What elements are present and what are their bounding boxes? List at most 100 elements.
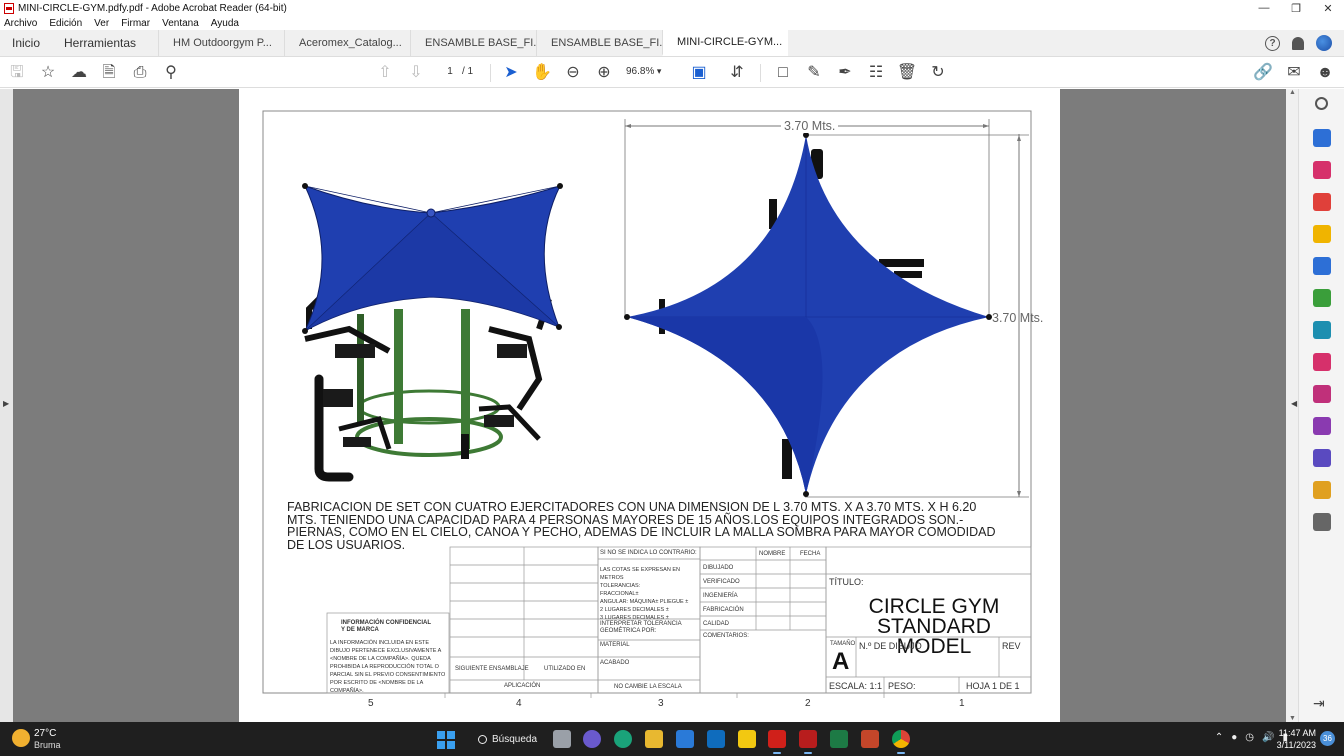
wifi-icon[interactable]: ◷ [1245,732,1254,743]
geometric-tolerance-label: INTERPRETAR TOLERANCIA GEOMÉTRICA POR: [600,621,682,634]
chrome-icon[interactable] [892,730,910,754]
next-page-icon[interactable]: ⇩ [407,64,425,82]
task-view-icon[interactable] [553,730,571,748]
draw-icon[interactable]: ✒ [836,64,854,82]
notification-count-badge[interactable]: 36 [1320,731,1335,746]
menu-archivo[interactable]: Archivo [4,18,37,29]
tab-document-3[interactable]: ENSAMBLE BASE_FI... [410,30,536,56]
select-cursor-icon[interactable]: ➤ [502,64,520,82]
acrobat-taskbar-icon[interactable] [768,730,786,754]
email-icon[interactable]: ✉ [1285,64,1303,82]
tab-inicio[interactable]: Inicio [0,30,52,56]
dims-note: LAS COTAS SE EXPRESAN EN METROS [600,567,680,581]
material-label: MATERIAL [600,642,630,648]
application-label: APLICACIÓN [504,683,541,689]
close-window-button[interactable]: ✕ [1312,0,1344,16]
store-icon[interactable] [676,730,694,748]
edit-text-icon[interactable]: ☷ [867,64,885,82]
create-pdf-icon[interactable] [1313,193,1331,211]
combine-files-icon[interactable] [1313,257,1331,275]
notifications-bell-icon[interactable] [1292,36,1304,50]
show-hidden-icons-icon[interactable]: ⌃ [1215,732,1223,743]
scroll-mode-icon[interactable]: ⇵ [728,64,746,82]
delete-trash-icon[interactable]: 🗑 [897,64,917,82]
tab-document-1[interactable]: HM Outdoorgym P... [158,30,284,56]
menu-ayuda[interactable]: Ayuda [211,18,239,29]
edge-browser-icon[interactable] [614,730,632,748]
compress-icon[interactable] [1313,289,1331,307]
tab-herramientas[interactable]: Herramientas [52,30,158,56]
clock-date[interactable]: 3/11/2023 [1276,740,1316,750]
hand-tool-icon[interactable]: ✋ [532,64,552,82]
sheet-number: HOJA 1 DE 1 [966,681,1020,691]
weather-temperature[interactable]: 27°C [34,728,56,739]
prepare-form-icon[interactable] [1313,481,1331,499]
tab-document-active[interactable]: MINI-CIRCLE-GYM... ✕ [662,30,789,56]
left-panel-toggle[interactable]: ▶ [0,89,13,722]
clock-time[interactable]: 11:47 AM [1278,728,1316,738]
weather-description[interactable]: Bruma [34,740,61,750]
previous-page-icon[interactable]: ⇧ [376,64,394,82]
drawing-number-label: N.º DE DIBUJO [859,641,922,651]
menu-firmar[interactable]: Firmar [121,18,150,29]
organize-pages-icon[interactable] [1313,161,1331,179]
account-avatar-icon[interactable] [1316,35,1332,51]
tab-document-2[interactable]: Aceromex_Catalog... [284,30,410,56]
request-signature-icon[interactable] [1313,417,1331,435]
bookmark-star-icon[interactable]: ☆ [39,64,57,82]
zoom-in-icon[interactable]: ⊕ [595,64,613,82]
volume-icon[interactable]: 🔊 [1262,732,1274,743]
zone-number: 3 [658,698,664,709]
highlight-pen-icon[interactable]: ✎ [805,64,823,82]
zoom-out-icon[interactable]: ⊖ [564,64,582,82]
file-explorer-icon[interactable] [645,730,663,748]
no-scale-label: NO CAMBIE LA ESCALA [614,684,682,690]
edit-pdf-icon[interactable] [1313,385,1331,403]
confidential-body: LA INFORMACIÓN INCLUIDA EN ESTE DIBUJO P… [330,640,446,694]
scroll-up-icon[interactable]: ▲ [1289,89,1296,96]
chat-icon[interactable] [583,730,601,748]
acrobat-reader-taskbar-icon[interactable] [799,730,817,754]
network-alert-icon[interactable]: ● [1231,732,1237,743]
collapse-pane-icon[interactable]: ◀ [1291,399,1297,408]
link-icon[interactable]: 🔗 [1253,64,1273,82]
minimize-button[interactable]: — [1248,0,1280,16]
find-icon[interactable] [1315,97,1328,110]
menu-edicion[interactable]: Edición [49,18,82,29]
scroll-down-icon[interactable]: ▼ [1289,715,1296,722]
menu-ventana[interactable]: Ventana [162,18,199,29]
collapse-right-pane-icon[interactable]: ⇥ [1313,695,1331,713]
zoom-search-icon[interactable]: ⚲ [162,64,180,82]
cloud-upload-icon[interactable]: ☁ [70,64,88,82]
menu-ver[interactable]: Ver [94,18,109,29]
comment-tool-icon[interactable] [1313,225,1331,243]
scan-ocr-icon[interactable] [1313,321,1331,339]
print-icon[interactable]: ⎙ [131,64,149,82]
more-tools-icon[interactable] [1313,513,1331,531]
weather-icon[interactable] [12,729,30,747]
taskbar-search[interactable]: Búsqueda [468,728,552,750]
page-number-input[interactable]: 1 [440,66,460,80]
sticky-notes-icon[interactable] [738,730,756,748]
account-icon[interactable]: ☻ [1316,64,1334,82]
export-pdf-icon[interactable] [1313,129,1331,147]
comment-icon[interactable]: □ [774,64,792,82]
drawing-title-line2: STANDARD MODEL [877,615,991,658]
fill-sign-icon[interactable] [1313,353,1331,371]
help-icon[interactable]: ? [1265,35,1280,51]
protect-icon[interactable] [1313,449,1331,467]
powerpoint-icon[interactable] [861,730,879,748]
scale-label: ESCALA: 1:1 [829,681,883,691]
rotate-icon[interactable]: ↻ [929,64,947,82]
maximize-button[interactable]: ❐ [1280,0,1312,16]
engineering-label: INGENIERÍA [703,593,738,599]
start-windows-icon[interactable] [437,731,455,749]
save-icon[interactable]: 🖫 [8,64,26,82]
excel-icon[interactable] [830,730,848,748]
zoom-level-select[interactable]: 96.8% [626,66,672,77]
tab-document-4[interactable]: ENSAMBLE BASE_FI... [536,30,662,56]
share-file-icon[interactable]: 🗎 [100,64,118,82]
fit-page-icon[interactable]: ▣ [690,64,708,82]
outlook-icon[interactable] [707,730,725,748]
confidential-title: INFORMACIÓN CONFIDENCIAL Y DE MARCA [341,620,431,633]
